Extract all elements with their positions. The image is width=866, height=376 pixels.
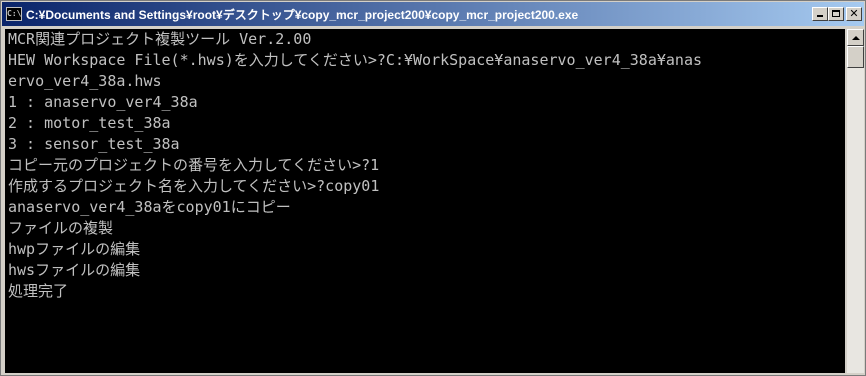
close-icon: ✕ [849, 7, 859, 20]
console-line: 処理完了 [8, 282, 69, 300]
close-button[interactable]: ✕ [846, 7, 862, 21]
title-bar[interactable]: C:\ C:¥Documents and Settings¥root¥デスクトッ… [2, 2, 864, 26]
scrollbar-thumb[interactable] [847, 46, 864, 68]
vertical-scrollbar[interactable] [847, 29, 864, 373]
console-line: anaservo_ver4_38aをcopy01にコピー [8, 198, 291, 216]
arrow-up-icon [851, 35, 860, 40]
console-line: ervo_ver4_38a.hws [8, 72, 162, 90]
console-line: hwsファイルの編集 [8, 261, 141, 279]
console-line: HEW Workspace File(*.hws)を入力してください>?C:¥W… [8, 51, 703, 69]
window-controls: ✕ [812, 7, 862, 21]
console-output[interactable]: MCR関連プロジェクト複製ツール Ver.2.00 HEW Workspace … [5, 29, 845, 373]
console-line: 2 : motor_test_38a [8, 114, 171, 132]
console-line: コピー元のプロジェクトの番号を入力してください>?1 [8, 156, 380, 174]
minimize-icon [817, 15, 823, 17]
console-line: 1 : anaservo_ver4_38a [8, 93, 198, 111]
window-title: C:¥Documents and Settings¥root¥デスクトップ¥co… [26, 7, 579, 22]
maximize-button[interactable] [828, 7, 844, 21]
console-line: 作成するプロジェクト名を入力してください>?copy01 [8, 177, 380, 195]
console-line: hwpファイルの編集 [8, 240, 141, 258]
scroll-up-button[interactable] [847, 29, 864, 46]
minimize-button[interactable] [812, 7, 828, 21]
maximize-icon [832, 10, 840, 17]
console-app-icon[interactable]: C:\ [6, 7, 22, 21]
console-line: 3 : sensor_test_38a [8, 135, 180, 153]
console-line: MCR関連プロジェクト複製ツール Ver.2.00 [8, 30, 312, 48]
console-window: C:\ C:¥Documents and Settings¥root¥デスクトッ… [0, 0, 866, 376]
console-line: ファイルの複製 [8, 219, 114, 237]
